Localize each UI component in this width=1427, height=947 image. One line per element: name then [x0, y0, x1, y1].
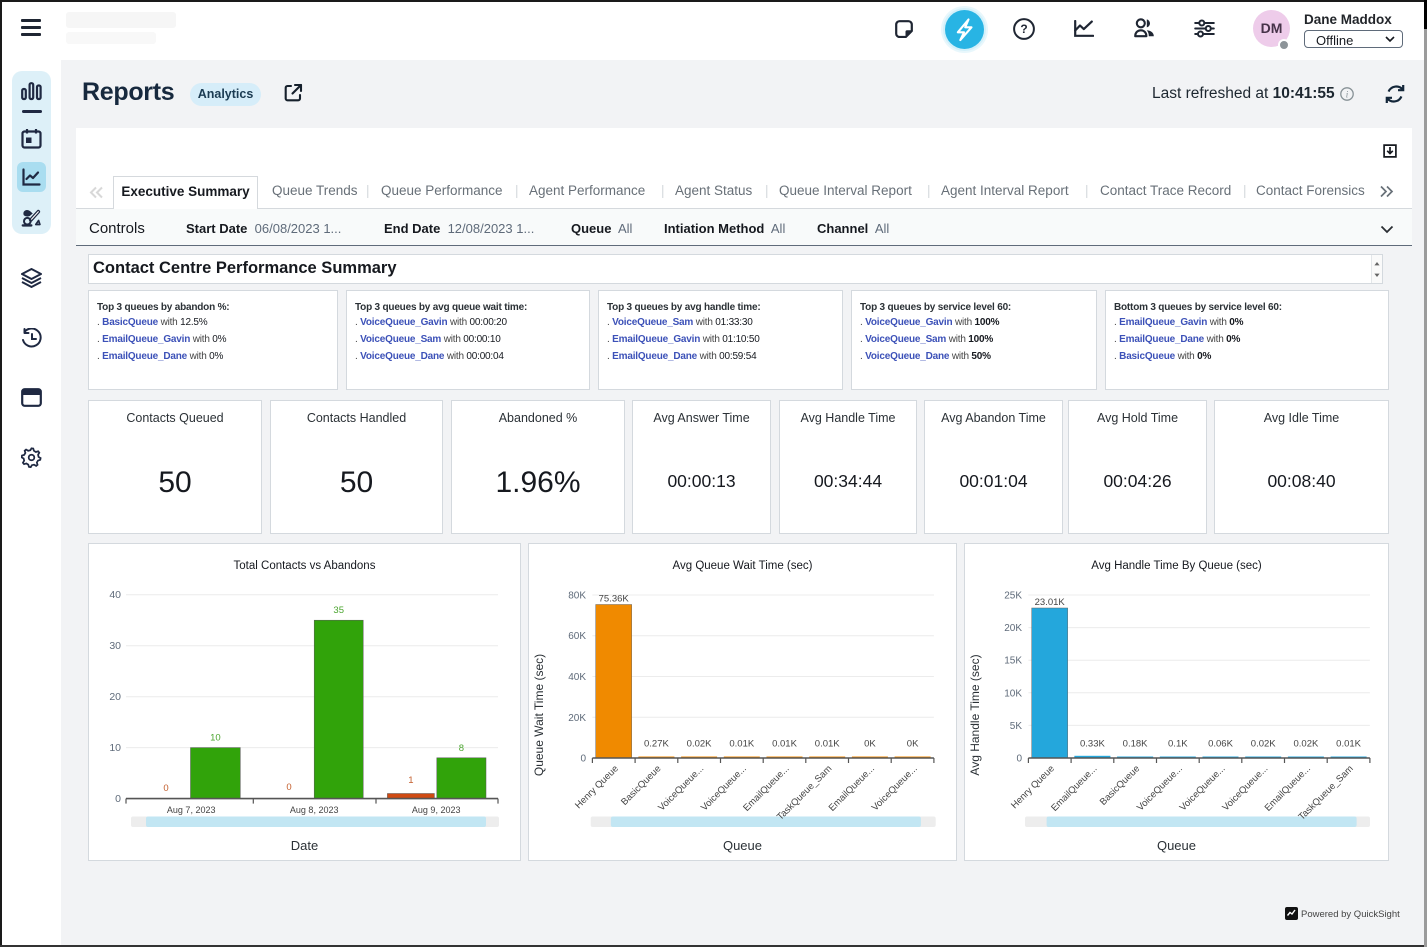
svg-text:80K: 80K	[568, 591, 586, 602]
svg-text:0K: 0K	[864, 739, 876, 750]
svg-text:Queue Wait Time (sec): Queue Wait Time (sec)	[532, 654, 546, 776]
svg-text:Queue: Queue	[1157, 838, 1196, 853]
svg-text:15K: 15K	[1004, 656, 1022, 667]
svg-text:Henry Queue: Henry Queue	[573, 763, 621, 811]
svg-text:0: 0	[580, 754, 586, 765]
svg-text:35: 35	[333, 605, 344, 616]
svg-text:Date: Date	[291, 838, 318, 853]
svg-text:Avg Handle Time (sec): Avg Handle Time (sec)	[968, 654, 982, 775]
svg-text:60K: 60K	[568, 631, 586, 642]
svg-text:Aug 9, 2023: Aug 9, 2023	[412, 805, 461, 815]
svg-text:Avg Queue Wait Time (sec): Avg Queue Wait Time (sec)	[673, 560, 813, 572]
svg-text:10K: 10K	[1004, 688, 1022, 699]
svg-text:Henry Queue: Henry Queue	[1009, 763, 1057, 811]
svg-text:0.01K: 0.01K	[772, 739, 797, 750]
svg-text:0.02K: 0.02K	[687, 739, 712, 750]
svg-text:Total Contacts vs Abandons: Total Contacts vs Abandons	[234, 560, 376, 572]
svg-text:30: 30	[109, 640, 121, 652]
svg-text:0.06K: 0.06K	[1208, 739, 1233, 750]
svg-text:?: ?	[1020, 22, 1027, 36]
svg-text:8: 8	[459, 743, 464, 754]
svg-text:0: 0	[1016, 754, 1022, 765]
svg-text:40K: 40K	[568, 672, 586, 683]
svg-text:20: 20	[109, 691, 121, 703]
svg-text:75.36K: 75.36K	[599, 594, 630, 605]
svg-text:0.01K: 0.01K	[1336, 739, 1361, 750]
svg-text:10: 10	[210, 733, 221, 744]
svg-text:i: i	[1346, 89, 1349, 99]
svg-text:Queue: Queue	[723, 838, 762, 853]
svg-text:BasicQueue: BasicQueue	[1098, 763, 1142, 807]
svg-text:25K: 25K	[1004, 591, 1022, 602]
svg-text:1: 1	[408, 775, 413, 786]
svg-text:0.18K: 0.18K	[1123, 739, 1148, 750]
svg-text:0.02K: 0.02K	[1293, 739, 1318, 750]
svg-text:EmailQueue...: EmailQueue...	[1049, 763, 1099, 813]
svg-text:VoiceQueue...: VoiceQueue...	[870, 763, 920, 813]
svg-text:23.01K: 23.01K	[1035, 597, 1066, 608]
svg-text:0.01K: 0.01K	[815, 739, 840, 750]
svg-text:0K: 0K	[907, 739, 919, 750]
svg-text:5K: 5K	[1010, 721, 1023, 732]
svg-text:0: 0	[115, 793, 121, 805]
svg-text:0.02K: 0.02K	[1251, 739, 1276, 750]
svg-text:40: 40	[109, 589, 121, 601]
svg-text:0: 0	[286, 782, 291, 793]
svg-text:Aug 7, 2023: Aug 7, 2023	[167, 805, 216, 815]
svg-text:0.33K: 0.33K	[1080, 739, 1105, 750]
svg-text:BasicQueue: BasicQueue	[619, 763, 663, 807]
svg-text:20K: 20K	[1004, 623, 1022, 634]
svg-text:20K: 20K	[568, 713, 586, 724]
svg-text:10: 10	[109, 742, 121, 754]
svg-text:0: 0	[163, 783, 168, 794]
svg-text:Avg Handle Time By Queue (sec): Avg Handle Time By Queue (sec)	[1091, 560, 1262, 572]
svg-text:0.1K: 0.1K	[1168, 739, 1188, 750]
svg-text:0.01K: 0.01K	[729, 739, 754, 750]
svg-text:0.27K: 0.27K	[644, 739, 669, 750]
svg-text:Aug 8, 2023: Aug 8, 2023	[290, 805, 339, 815]
